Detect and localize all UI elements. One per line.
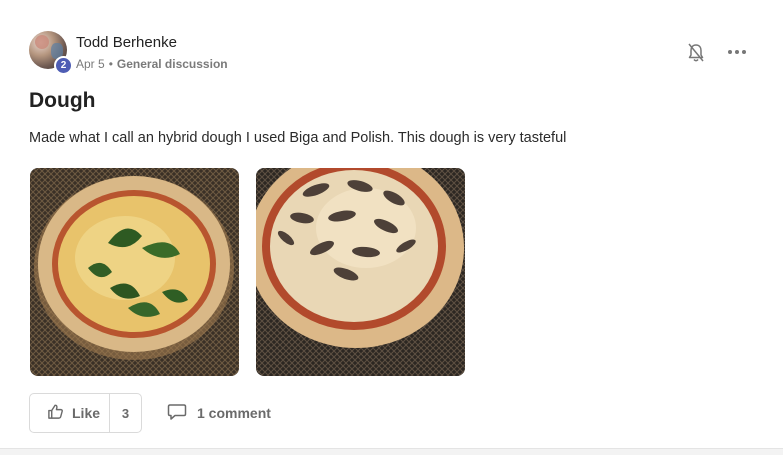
post-body: Made what I call an hybrid dough I used … — [29, 130, 567, 146]
comment-button[interactable]: 1 comment — [167, 402, 271, 424]
comment-icon — [167, 403, 187, 424]
like-button[interactable]: Like — [30, 394, 110, 432]
post-card: 2 Todd Berhenke Apr 5 • General discussi… — [0, 0, 783, 449]
like-label: Like — [72, 405, 101, 421]
meta-separator: • — [108, 57, 113, 71]
bell-muted-icon[interactable] — [686, 42, 706, 64]
post-title[interactable]: Dough — [29, 89, 95, 113]
post-image-mushroom-pizza[interactable] — [256, 168, 465, 376]
thumbs-up-icon — [47, 403, 64, 423]
level-badge: 2 — [54, 56, 73, 75]
post-date[interactable]: Apr 5 — [76, 57, 105, 71]
author-name[interactable]: Todd Berhenke — [76, 34, 177, 51]
more-options-icon[interactable] — [724, 42, 750, 62]
post-meta: Apr 5 • General discussion — [76, 57, 228, 71]
category-link[interactable]: General discussion — [117, 57, 228, 71]
feed-divider — [0, 449, 783, 455]
comment-label: 1 comment — [197, 405, 271, 421]
like-count[interactable]: 3 — [110, 406, 141, 421]
avatar[interactable]: 2 — [29, 31, 73, 75]
post-image-basil-pizza[interactable] — [30, 168, 239, 376]
like-control: Like 3 — [29, 393, 142, 433]
